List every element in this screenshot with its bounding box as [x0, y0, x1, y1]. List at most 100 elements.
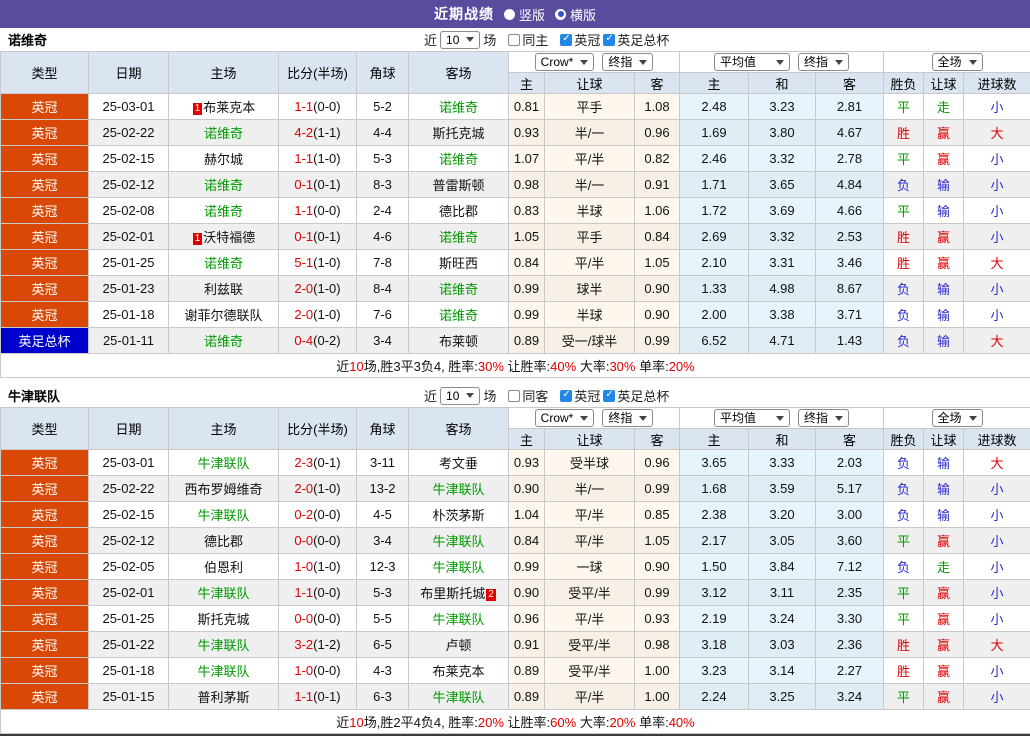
avg-away-odds: 4.84	[816, 172, 884, 198]
match-score-cell: 1-1(0-0)	[279, 198, 357, 224]
average-odds-select[interactable]: 平均值	[714, 409, 790, 427]
corner-score-cell: 4-4	[357, 120, 409, 146]
final-odds-value-2: 终指	[804, 55, 828, 69]
handicap-result-cell: 赢	[924, 146, 964, 172]
corner-score-cell: 5-5	[357, 606, 409, 632]
team-cell: 卢顿	[409, 632, 509, 658]
avg-away-odds: 2.81	[816, 94, 884, 120]
avg-away-odds: 2.36	[816, 632, 884, 658]
horizontal-layout-radio[interactable]	[555, 9, 566, 20]
team-cell: 牛津联队	[169, 632, 279, 658]
team-cell: 牛津联队	[409, 554, 509, 580]
match-score-cell: 1-1(1-0)	[279, 146, 357, 172]
match-date-cell: 25-01-18	[89, 658, 169, 684]
team-cell: 1沃特福德	[169, 224, 279, 250]
vertical-layout-radio[interactable]	[504, 9, 515, 20]
avg-away-odds: 3.71	[816, 302, 884, 328]
team-cell: 布莱顿	[409, 328, 509, 354]
recent-count-select[interactable]: 10	[440, 387, 480, 405]
halftime-score: (0-2)	[313, 333, 340, 348]
goals-result-cell: 小	[964, 198, 1030, 224]
team-cell: 牛津联队	[409, 684, 509, 710]
team-cell: 诺维奇	[409, 276, 509, 302]
avg-home-odds: 6.52	[680, 328, 749, 354]
avg-draw-header: 和	[749, 73, 816, 94]
fa-cup-filter[interactable]: 英足总杯	[603, 386, 669, 405]
corner-score-cell: 13-2	[357, 476, 409, 502]
average-odds-group: 平均值 终指	[680, 408, 884, 429]
team-name: 诺维奇	[439, 230, 478, 245]
league-checkbox[interactable]	[560, 390, 572, 402]
avg-home-odds: 2.24	[680, 684, 749, 710]
match-type-cell: 英足总杯	[1, 328, 89, 354]
league-filter[interactable]: 英冠	[560, 30, 600, 49]
fa-cup-checkbox[interactable]	[603, 34, 615, 46]
crow-home-odds: 0.99	[509, 554, 545, 580]
fa-cup-filter[interactable]: 英足总杯	[603, 30, 669, 49]
summary-segment: 40%	[669, 715, 695, 730]
team-name: 牛津联队	[432, 690, 484, 705]
recent-count-select[interactable]: 10	[440, 31, 480, 49]
final-odds-select-2[interactable]: 终指	[798, 53, 849, 71]
corner-score-cell: 4-6	[357, 224, 409, 250]
chevron-down-icon	[466, 393, 474, 398]
avg-away-header: 客	[816, 73, 884, 94]
full-match-select[interactable]: 全场	[932, 53, 983, 71]
team-name: 诺维奇	[439, 100, 478, 115]
horizontal-layout-option[interactable]: 横版	[555, 5, 596, 24]
league-filter[interactable]: 英冠	[560, 386, 600, 405]
full-match-value: 全场	[938, 55, 962, 69]
halftime-score: (0-1)	[313, 455, 340, 470]
average-odds-select[interactable]: 平均值	[714, 53, 790, 71]
horizontal-layout-label: 横版	[570, 5, 596, 24]
crow-away-odds: 1.00	[635, 658, 680, 684]
goals-result-cell: 小	[964, 146, 1030, 172]
final-odds-select[interactable]: 终指	[602, 53, 653, 71]
handicap-line: 半球	[545, 302, 635, 328]
full-match-group: 全场	[884, 52, 1030, 73]
goals-result-cell: 小	[964, 476, 1030, 502]
league-checkbox[interactable]	[560, 34, 572, 46]
team-name: 考文垂	[439, 456, 478, 471]
summary-segment: 单率:	[635, 359, 668, 374]
full-match-group: 全场	[884, 408, 1030, 429]
odds-provider-select[interactable]: Crow*	[535, 409, 595, 427]
match-score-cell: 3-2(1-2)	[279, 632, 357, 658]
full-match-value: 全场	[938, 411, 962, 425]
summary-segment: 近	[336, 359, 349, 374]
team-cell: 牛津联队	[169, 658, 279, 684]
match-result-cell: 胜	[884, 120, 924, 146]
handicap-header: 让球	[545, 429, 635, 450]
full-match-select[interactable]: 全场	[932, 409, 983, 427]
same-home-checkbox[interactable]	[508, 34, 520, 46]
avg-draw-odds: 3.59	[749, 476, 816, 502]
vertical-layout-option[interactable]: 竖版	[504, 5, 545, 24]
avg-draw-odds: 3.05	[749, 528, 816, 554]
handicap-line: 半球	[545, 198, 635, 224]
fa-cup-checkbox[interactable]	[603, 390, 615, 402]
team-name: 斯旺西	[439, 256, 478, 271]
team-name: 斯托克城	[197, 612, 249, 627]
crow-odds-group: Crow* 终指	[509, 408, 680, 429]
odds-provider-select[interactable]: Crow*	[535, 53, 595, 71]
crow-home-odds: 0.90	[509, 580, 545, 606]
crow-home-odds: 0.93	[509, 120, 545, 146]
match-row: 英冠25-01-18谢菲尔德联队2-0(1-0)7-6诺维奇0.99半球0.90…	[1, 302, 1030, 328]
crow-away-odds: 0.99	[635, 328, 680, 354]
same-home-filter[interactable]: 同主	[508, 30, 548, 49]
handicap-result-cell: 赢	[924, 224, 964, 250]
same-away-filter[interactable]: 同客	[508, 386, 548, 405]
average-odds-value: 平均值	[720, 55, 756, 69]
avg-draw-odds: 3.03	[749, 632, 816, 658]
goals-result-cell: 大	[964, 450, 1030, 476]
odds-provider-value: Crow*	[541, 411, 574, 425]
team-name: 布莱克本	[432, 664, 484, 679]
same-away-checkbox[interactable]	[508, 390, 520, 402]
final-odds-select[interactable]: 终指	[602, 409, 653, 427]
fulltime-score: 4-2	[294, 125, 313, 140]
halftime-score: (1-1)	[313, 125, 340, 140]
chevron-down-icon	[466, 37, 474, 42]
crow-away-odds: 0.84	[635, 224, 680, 250]
final-odds-select-2[interactable]: 终指	[798, 409, 849, 427]
chevron-down-icon	[969, 416, 977, 421]
